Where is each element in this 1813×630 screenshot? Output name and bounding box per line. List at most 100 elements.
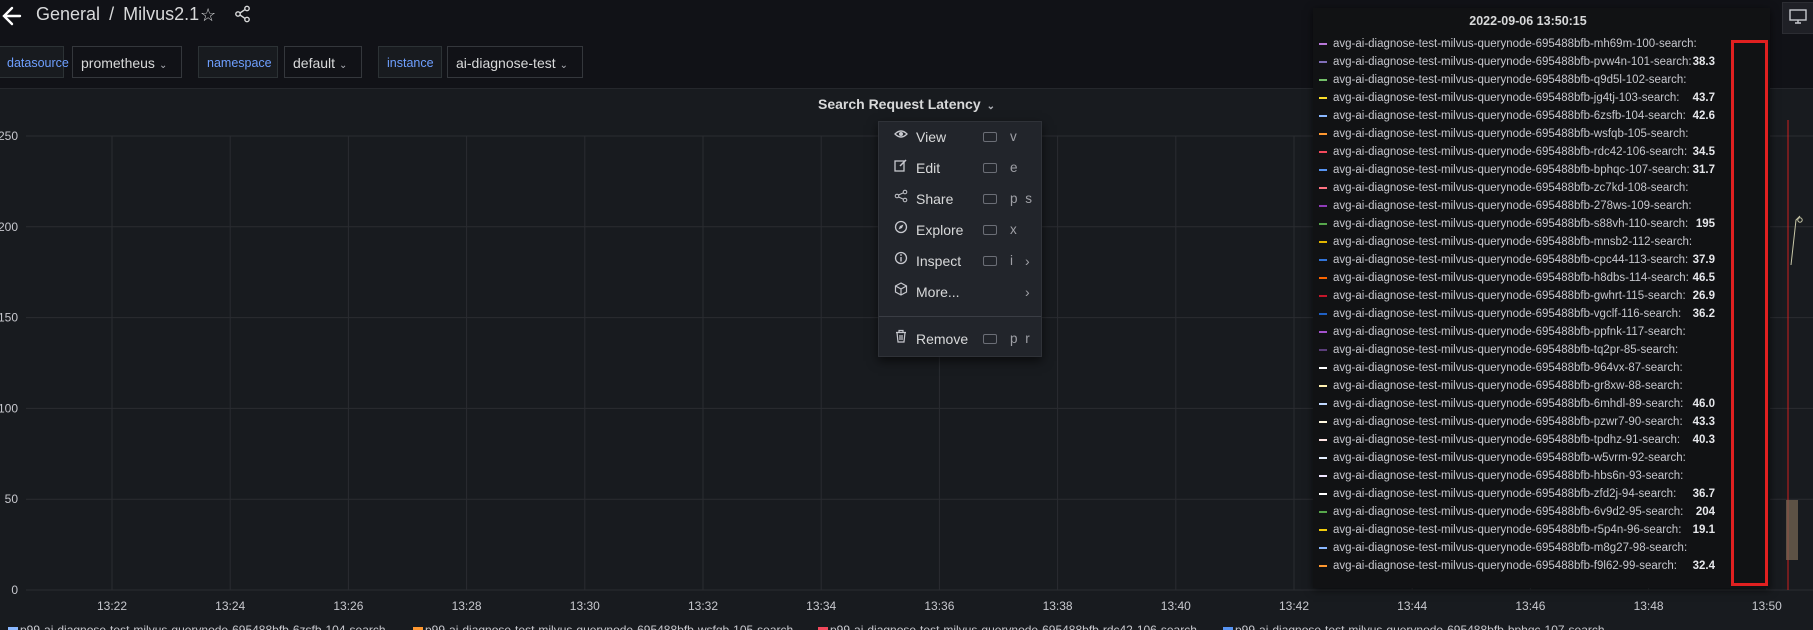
dashboard-title[interactable]: Milvus2.1 xyxy=(123,4,199,24)
breadcrumb: General / Milvus2.1 xyxy=(36,4,199,25)
eye-icon xyxy=(893,124,909,150)
series-value: 36.2 xyxy=(1692,308,1715,320)
x-tick-label: 13:34 xyxy=(806,599,836,613)
series-color-swatch xyxy=(1319,43,1327,45)
variable-select-namespace[interactable]: default ⌄ xyxy=(284,46,362,78)
series-color-swatch xyxy=(1319,241,1327,243)
series-name: avg-ai-diagnose-test-milvus-querynode-69… xyxy=(1333,38,1697,50)
series-name: avg-ai-diagnose-test-milvus-querynode-69… xyxy=(1333,398,1684,410)
menu-shortcut: i xyxy=(1010,253,1015,268)
series-name: avg-ai-diagnose-test-milvus-querynode-69… xyxy=(1333,416,1683,428)
menu-item-more[interactable]: More... › xyxy=(879,279,1041,305)
menu-item-share[interactable]: Share p s xyxy=(879,186,1041,212)
variable-value: prometheus xyxy=(81,55,155,71)
series-color-swatch xyxy=(1319,79,1327,81)
series-value: 31.7 xyxy=(1692,164,1715,176)
series-name: avg-ai-diagnose-test-milvus-querynode-69… xyxy=(1333,524,1682,536)
menu-item-label: More... xyxy=(916,284,960,300)
tooltip-row: avg-ai-diagnose-test-milvus-querynode-69… xyxy=(1319,215,1769,233)
tooltip-row: avg-ai-diagnose-test-milvus-querynode-69… xyxy=(1319,269,1769,287)
x-tick-label: 13:32 xyxy=(688,599,718,613)
share-icon[interactable] xyxy=(234,5,254,25)
menu-item-label: Edit xyxy=(916,160,941,176)
tooltip-row: avg-ai-diagnose-test-milvus-querynode-69… xyxy=(1319,557,1769,575)
series-name: avg-ai-diagnose-test-milvus-querynode-69… xyxy=(1333,92,1680,104)
x-tick-label: 13:26 xyxy=(333,599,363,613)
tooltip-row: avg-ai-diagnose-test-milvus-querynode-69… xyxy=(1319,395,1769,413)
tv-mode-button[interactable] xyxy=(1782,2,1813,34)
series-value: 46.5 xyxy=(1692,272,1715,284)
monitor-icon xyxy=(1789,9,1807,24)
series-color-swatch xyxy=(1319,313,1327,315)
series-color-swatch xyxy=(1319,115,1327,117)
variable-select-datasource[interactable]: prometheus ⌄ xyxy=(72,46,182,78)
menu-item-label: Inspect xyxy=(916,253,962,269)
chevron-right-icon: › xyxy=(1025,253,1030,269)
menu-shortcut: v xyxy=(1010,129,1019,144)
keyboard-icon xyxy=(983,163,997,173)
series-value: 43.7 xyxy=(1692,92,1715,104)
series-name: avg-ai-diagnose-test-milvus-querynode-69… xyxy=(1333,326,1686,338)
series-value: 38.3 xyxy=(1692,56,1715,68)
graph-tooltip: 2022-09-06 13:50:15 avg-ai-diagnose-test… xyxy=(1313,8,1770,588)
series-glimpse xyxy=(1786,120,1803,590)
menu-item-view[interactable]: View v xyxy=(879,124,1041,150)
x-tick-label: 13:24 xyxy=(215,599,245,613)
variable-label-instance: instance xyxy=(378,46,442,78)
series-name: avg-ai-diagnose-test-milvus-querynode-69… xyxy=(1333,344,1679,356)
series-color-swatch xyxy=(1319,547,1327,549)
variable-label-namespace: namespace xyxy=(198,46,278,78)
series-color-swatch xyxy=(1319,61,1327,63)
menu-item-remove[interactable]: Remove p r xyxy=(879,326,1041,352)
series-name: avg-ai-diagnose-test-milvus-querynode-69… xyxy=(1333,380,1683,392)
tooltip-row: avg-ai-diagnose-test-milvus-querynode-69… xyxy=(1319,485,1769,503)
series-color-swatch xyxy=(1319,97,1327,99)
star-icon[interactable]: ☆ xyxy=(200,5,216,26)
series-name: avg-ai-diagnose-test-milvus-querynode-69… xyxy=(1333,434,1681,446)
x-tick-label: 13:28 xyxy=(452,599,482,613)
series-name: avg-ai-diagnose-test-milvus-querynode-69… xyxy=(1333,128,1689,140)
menu-item-explore[interactable]: Explore x xyxy=(879,217,1041,243)
series-name: avg-ai-diagnose-test-milvus-querynode-69… xyxy=(1333,200,1692,212)
x-tick-label: 13:46 xyxy=(1515,599,1545,613)
chevron-down-icon: ⌄ xyxy=(559,60,569,71)
keyboard-icon xyxy=(983,334,997,344)
tooltip-row: avg-ai-diagnose-test-milvus-querynode-69… xyxy=(1319,35,1769,53)
y-tick-label: 200 xyxy=(0,220,18,234)
breadcrumb-folder[interactable]: General xyxy=(36,4,100,24)
value-column-highlight xyxy=(1731,40,1768,586)
series-name: avg-ai-diagnose-test-milvus-querynode-69… xyxy=(1333,488,1677,500)
series-name: avg-ai-diagnose-test-milvus-querynode-69… xyxy=(1333,452,1686,464)
back-arrow-icon[interactable] xyxy=(0,4,22,28)
tooltip-row: avg-ai-diagnose-test-milvus-querynode-69… xyxy=(1319,179,1769,197)
tooltip-row: avg-ai-diagnose-test-milvus-querynode-69… xyxy=(1319,449,1769,467)
compass-icon xyxy=(893,217,909,243)
cube-icon xyxy=(893,279,909,305)
tooltip-row: avg-ai-diagnose-test-milvus-querynode-69… xyxy=(1319,143,1769,161)
breadcrumb-separator: / xyxy=(109,4,115,24)
x-tick-label: 13:42 xyxy=(1279,599,1309,613)
y-tick-label: 150 xyxy=(0,311,18,325)
menu-item-label: Explore xyxy=(916,222,964,238)
x-tick-label: 13:48 xyxy=(1634,599,1664,613)
tooltip-row: avg-ai-diagnose-test-milvus-querynode-69… xyxy=(1319,53,1769,71)
series-color-swatch xyxy=(1319,133,1327,135)
y-tick-label: 250 xyxy=(0,129,18,143)
keyboard-icon xyxy=(983,225,997,235)
series-color-swatch xyxy=(1319,439,1327,441)
series-color-swatch xyxy=(1319,511,1327,513)
tooltip-row: avg-ai-diagnose-test-milvus-querynode-69… xyxy=(1319,287,1769,305)
series-color-swatch xyxy=(1319,169,1327,171)
series-color-swatch xyxy=(1319,475,1327,477)
y-tick-label: 0 xyxy=(11,583,18,597)
tooltip-row: avg-ai-diagnose-test-milvus-querynode-69… xyxy=(1319,125,1769,143)
menu-item-inspect[interactable]: Inspect i › xyxy=(879,248,1041,274)
series-color-swatch xyxy=(1319,259,1327,261)
menu-item-edit[interactable]: Edit e xyxy=(879,155,1041,181)
series-name: avg-ai-diagnose-test-milvus-querynode-69… xyxy=(1333,272,1689,284)
tooltip-row: avg-ai-diagnose-test-milvus-querynode-69… xyxy=(1319,413,1769,431)
series-color-swatch xyxy=(1319,565,1327,567)
variable-label-datasource: datasource xyxy=(0,46,69,78)
series-name: avg-ai-diagnose-test-milvus-querynode-69… xyxy=(1333,542,1688,554)
variable-select-instance[interactable]: ai-diagnose-test ⌄ xyxy=(447,46,583,78)
